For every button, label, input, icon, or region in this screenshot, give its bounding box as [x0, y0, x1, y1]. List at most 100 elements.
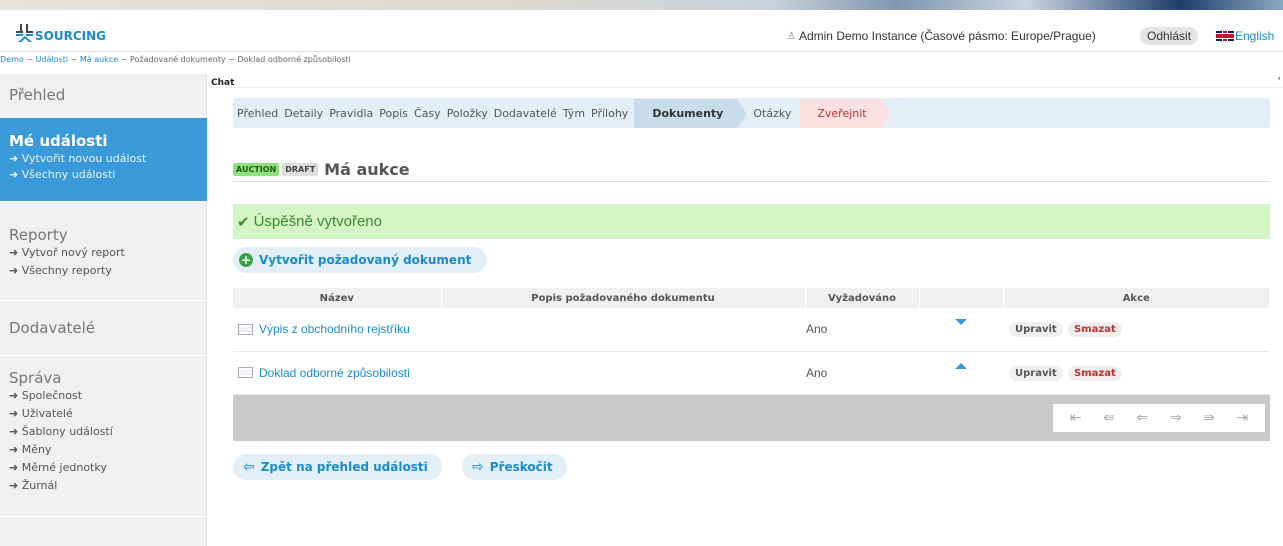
next-page-icon[interactable]: ⇒ [1170, 410, 1182, 426]
doc-link[interactable]: Doklad odborné způsobilosti [233, 366, 441, 380]
sidebar-admin: Správa ➜ Společnost ➜ Uživatelé ➜ Šablon… [0, 357, 207, 517]
sidebar-link-users[interactable]: ➜ Uživatelé [0, 405, 207, 423]
doc-required: Ano [805, 308, 919, 352]
col-name[interactable]: Název [233, 288, 442, 308]
move-up-icon[interactable] [955, 362, 967, 369]
user-info: ♙ Admin Demo Instance (Časové pásmo: Eur… [787, 29, 1096, 43]
tab-rules[interactable]: Pravidla [329, 107, 373, 120]
event-type-badge: AUCTION [233, 163, 280, 176]
doc-actions: Upravit Smazat [1003, 351, 1270, 395]
chat-bar[interactable]: Chat › [209, 74, 1283, 88]
first-page-icon[interactable]: ⇤ [1070, 410, 1082, 426]
event-title: Má aukce [324, 160, 410, 179]
event-status-badge: DRAFT [282, 163, 319, 176]
breadcrumb-events[interactable]: Události [36, 55, 68, 64]
document-icon [238, 323, 253, 335]
chat-arrow-icon[interactable]: › [1277, 74, 1281, 84]
table-header-row: Název Popis požadovaného dokumentu Vyžad… [233, 288, 1270, 308]
document-icon [238, 367, 253, 378]
sidebar-suppliers[interactable]: Dodavatelé [0, 302, 207, 356]
sidebar-my-events[interactable]: Mé události ➜ Vytvořit novou událost ➜ V… [0, 118, 207, 202]
doc-actions: Upravit Smazat [1003, 308, 1270, 352]
doc-description [441, 308, 805, 352]
sidebar-link-currencies[interactable]: ➜ Měny [0, 441, 207, 459]
checkmark-icon: ✔ [237, 213, 250, 231]
language-label: English [1235, 29, 1275, 43]
create-document-label: Vytvořit požadovaný dokument [259, 253, 472, 267]
tab-overview[interactable]: Přehled [237, 107, 278, 120]
tab-questions[interactable]: Otázky [753, 107, 791, 120]
breadcrumb-demo[interactable]: Demo [0, 55, 24, 64]
create-document-button[interactable]: + Vytvořit požadovaný dokument [233, 247, 488, 273]
doc-name-cell: Výpis z obchodního rejstříku [233, 308, 441, 352]
documents-table: Název Popis požadovaného dokumentu Vyžad… [233, 288, 1270, 395]
table-row: Doklad odborné způsobilosti Ano Upravit … [233, 351, 1270, 395]
sidebar-link-all-reports[interactable]: ➜ Všechny reporty [0, 262, 207, 280]
edit-button[interactable]: Upravit [1009, 365, 1063, 381]
tab-description[interactable]: Popis [379, 107, 408, 120]
breadcrumb-sep: ~ [26, 55, 34, 64]
sidebar-overview[interactable]: Přehled [0, 74, 207, 117]
sidebar-overview-label: Přehled [9, 86, 66, 104]
sidebar-suppliers-label: Dodavatelé [9, 319, 96, 337]
col-description[interactable]: Popis požadovaného dokumentu [441, 288, 806, 308]
sidebar-link-journal[interactable]: ➜ Žurnál [0, 477, 207, 495]
last-page-icon[interactable]: ⇥ [1236, 410, 1248, 426]
doc-name: Výpis z obchodního rejstříku [259, 322, 410, 337]
doc-required: Ano [805, 351, 919, 395]
delete-button[interactable]: Smazat [1068, 322, 1122, 338]
tab-documents[interactable]: Dokumenty [634, 98, 748, 129]
sidebar-link-all-events[interactable]: ➜ Všechny události [0, 168, 207, 182]
tab-details[interactable]: Detaily [284, 107, 323, 120]
sidebar-link-templates[interactable]: ➜ Šablony událostí [0, 423, 207, 441]
tab-items[interactable]: Položky [447, 107, 488, 120]
doc-order-cell [919, 308, 1003, 352]
move-down-icon[interactable] [955, 319, 967, 326]
breadcrumb-sep: ~ [70, 55, 78, 64]
col-actions: Akce [1003, 288, 1270, 308]
breadcrumb: Demo ~ Události ~ Má aukce ~ Požadované … [0, 55, 351, 64]
next-many-icon[interactable]: ⇛ [1203, 410, 1215, 426]
success-message: ✔ Úspěšně vytvořeno [233, 204, 1270, 239]
arrow-left-icon: ⇦ [243, 459, 255, 475]
event-tabs: Přehled Detaily Pravidla Popis Časy Polo… [233, 98, 1270, 129]
user-icon: ♙ [787, 30, 796, 42]
tab-times[interactable]: Časy [414, 107, 441, 120]
prev-many-icon[interactable]: ⇚ [1103, 410, 1115, 426]
col-order [919, 288, 1004, 308]
col-required[interactable]: Vyžadováno [805, 288, 920, 308]
sidebar-link-new-report[interactable]: ➜ Vytvoř nový report [0, 244, 207, 262]
success-text: Úspěšně vytvořeno [253, 213, 382, 230]
sidebar-link-company[interactable]: ➜ Společnost [0, 387, 207, 405]
delete-button[interactable]: Smazat [1068, 365, 1122, 381]
sidebar-link-new-event[interactable]: ➜ Vytvořit novou událost [0, 150, 207, 168]
language-switch[interactable]: English [1216, 29, 1274, 43]
sidebar-link-units[interactable]: ➜ Měrné jednotky [0, 459, 207, 477]
tab-attachments[interactable]: Přílohy [591, 107, 628, 120]
doc-order-cell [919, 351, 1003, 395]
edit-button[interactable]: Upravit [1009, 322, 1063, 338]
back-button[interactable]: ⇦ Zpět na přehled události [233, 454, 442, 480]
sidebar-my-events-title[interactable]: Mé události [0, 132, 207, 150]
tab-publish[interactable]: Zveřejnit [799, 98, 891, 129]
tab-suppliers[interactable]: Dodavatelé [494, 107, 557, 120]
user-label: Admin Demo Instance (Časové pásmo: Europ… [798, 29, 1096, 43]
top-banner [0, 0, 1283, 10]
table-row: Výpis z obchodního rejstříku Ano Upravit… [233, 308, 1270, 352]
skip-button[interactable]: ⇨ Přeskočit [462, 454, 567, 480]
logout-button[interactable]: Odhlásit [1140, 27, 1199, 45]
logo-text: SOURCING [35, 29, 106, 43]
breadcrumb-auction[interactable]: Má aukce [80, 55, 118, 64]
prev-page-icon[interactable]: ⇐ [1136, 410, 1148, 426]
doc-link[interactable]: Výpis z obchodního rejstříku [233, 322, 441, 336]
logo[interactable]: SOURCING [16, 22, 106, 43]
sidebar: Přehled Mé události ➜ Vytvořit novou udá… [0, 74, 207, 546]
sidebar-reports-title[interactable]: Reporty [0, 226, 207, 244]
plus-icon: + [239, 253, 253, 267]
uk-flag-icon [1216, 31, 1234, 41]
tab-team[interactable]: Tým [563, 107, 585, 120]
doc-description [441, 351, 805, 395]
sidebar-admin-title[interactable]: Správa [0, 369, 207, 387]
pagination-bar: ⇤ ⇚ ⇐ ⇒ ⇛ ⇥ [233, 395, 1270, 441]
chat-label: Chat [211, 78, 235, 88]
